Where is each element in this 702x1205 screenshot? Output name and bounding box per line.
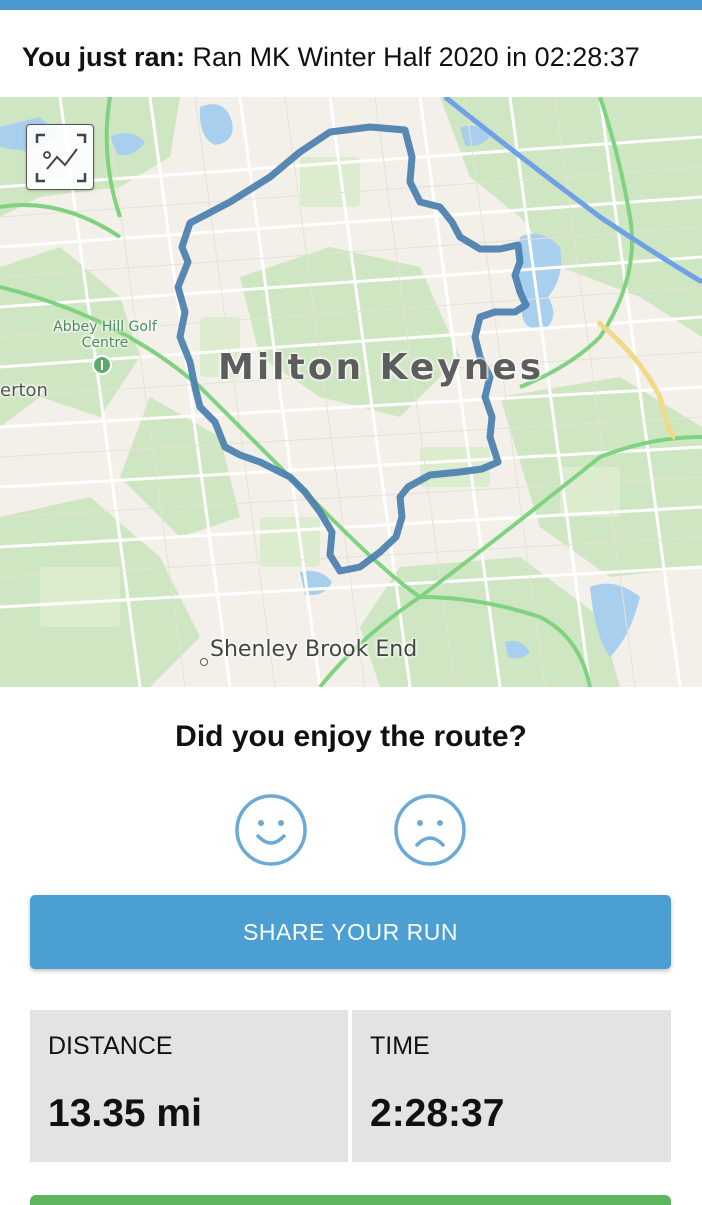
time-stat: TIME 2:28:37 — [352, 1010, 671, 1162]
place-label: Shenley Brook End — [210, 637, 418, 662]
golf-icon — [92, 355, 112, 375]
map-expand-icon — [35, 133, 87, 183]
distance-value: 13.35 mi — [48, 1092, 202, 1135]
share-run-button[interactable]: SHARE YOUR RUN — [30, 895, 671, 969]
next-action-button-edge[interactable] — [30, 1195, 671, 1205]
headline-prefix: You just ran: — [22, 42, 186, 72]
partial-place-label: erton — [0, 380, 48, 401]
place-marker-icon — [200, 658, 208, 666]
city-label: Milton Keynes — [218, 347, 545, 388]
map-canvas — [0, 97, 702, 687]
disliked-route-button[interactable] — [393, 793, 467, 867]
time-value: 2:28:37 — [370, 1092, 505, 1135]
smiley-face-icon — [235, 794, 307, 866]
route-feedback-question: Did you enjoy the route? — [175, 720, 527, 753]
distance-stat: DISTANCE 13.35 mi — [30, 1010, 348, 1162]
time-label: TIME — [370, 1032, 430, 1060]
route-map[interactable]: Milton Keynes Abbey Hill Golf Centre ert… — [0, 97, 702, 687]
distance-label: DISTANCE — [48, 1032, 173, 1060]
enjoyed-route-button[interactable] — [234, 793, 308, 867]
map-expand-button[interactable] — [26, 124, 94, 190]
golf-centre-label: Abbey Hill Golf Centre — [53, 319, 157, 351]
run-summary-headline: You just ran: Ran MK Winter Half 2020 in… — [22, 40, 682, 88]
headline-run-text: Ran MK Winter Half 2020 in 02:28:37 — [192, 42, 640, 72]
sad-face-icon — [394, 794, 466, 866]
top-accent-bar — [0, 0, 702, 10]
